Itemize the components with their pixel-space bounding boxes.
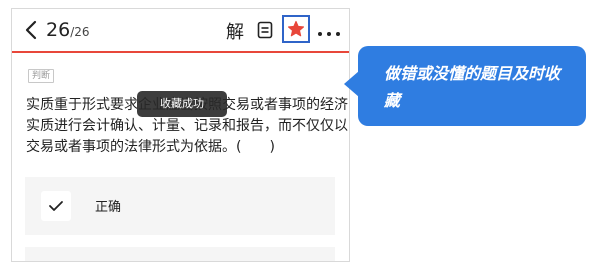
top-divider — [12, 51, 349, 53]
favorite-button[interactable] — [282, 15, 310, 43]
current-number: 26 — [46, 19, 71, 41]
analysis-button[interactable]: 解 — [226, 18, 244, 44]
option-correct[interactable]: 正确 — [25, 177, 335, 235]
option-next[interactable] — [25, 247, 335, 261]
question-type-tag: 判断 — [28, 69, 55, 83]
total-number: /26 — [70, 25, 90, 39]
back-arrow-icon[interactable] — [24, 20, 38, 40]
toast-message: 收藏成功 — [137, 91, 227, 117]
callout-pointer — [344, 71, 359, 97]
star-favorite-icon — [287, 20, 305, 37]
top-bar: 26/26 解 — [12, 9, 349, 52]
more-icon[interactable] — [317, 23, 341, 36]
check-icon — [49, 201, 63, 211]
question-counter: 26/26 — [46, 19, 90, 41]
option-marker — [41, 191, 71, 221]
answer-sheet-icon[interactable] — [257, 21, 273, 39]
tip-callout: 做错或没懂的题目及时收藏 — [358, 46, 586, 126]
callout-text: 做错或没懂的题目及时收藏 — [384, 64, 561, 110]
option-label: 正确 — [95, 200, 122, 215]
phone-screen: 26/26 解 判断 实质重于形式要求企业应当按照交易或者事项的经济实质进行会计… — [11, 8, 350, 262]
